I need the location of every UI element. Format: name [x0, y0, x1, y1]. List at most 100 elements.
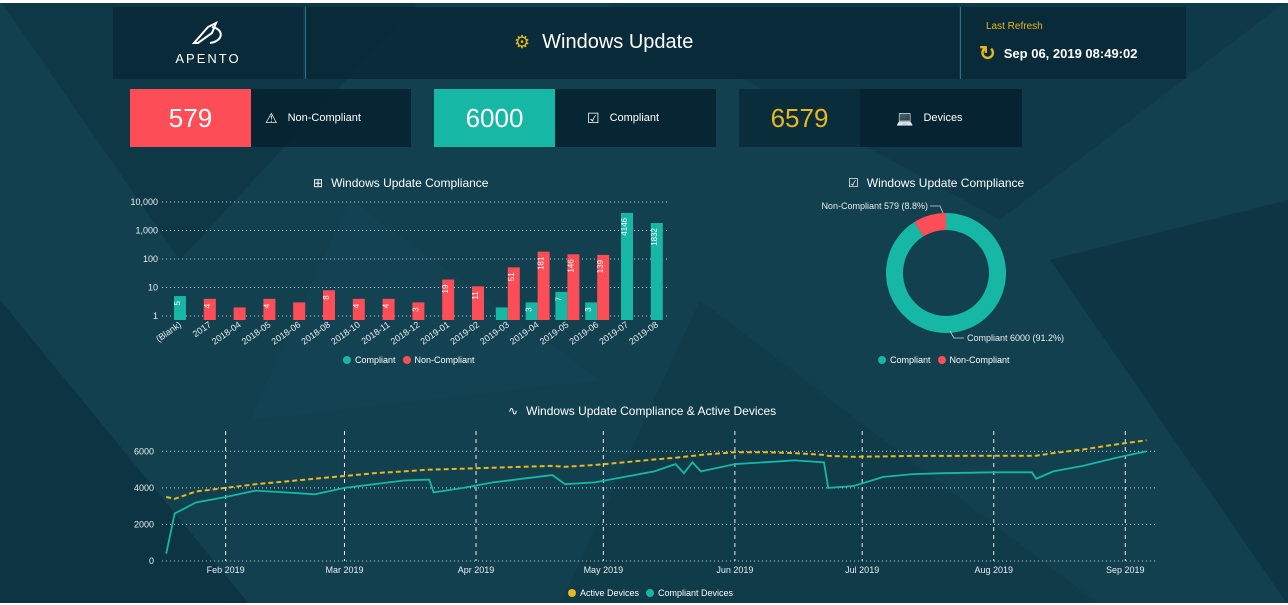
bar-noncompliant [352, 298, 365, 320]
bar-noncompliant [203, 298, 216, 320]
kpi-noncompliant-value: 579 [130, 89, 251, 147]
bar-x-tick: 2019-06 [568, 319, 601, 346]
legend-compliant-label: Compliant [890, 355, 931, 365]
donut-label-noncompliant: Non-Compliant 579 (8.8%) [821, 201, 928, 211]
series-active-devices [165, 439, 1147, 500]
donut-chart-legend: Compliant Non-Compliant [878, 355, 1010, 365]
refresh-icon[interactable]: ↻ [979, 41, 996, 66]
bar-data-label: 51 [507, 272, 516, 281]
line-x-tick: May 2019 [584, 565, 624, 575]
line-chart: 0 2000 4000 6000 Feb 2019 Mar 2019 Apr 2019 May… [134, 431, 1155, 575]
legend-compliant-devices-label: Compliant Devices [658, 588, 734, 598]
legend-noncompliant-label: Non-Compliant [414, 355, 475, 365]
windows-logo-icon: ⊞ [313, 176, 324, 190]
donut-chart: Non-Compliant 579 (8.8%) Compliant 6000 (… [821, 201, 1064, 343]
line-y-tick: 2000 [134, 519, 154, 529]
header-title-box: ⚙ Windows Update [305, 7, 959, 79]
bar-chart: 1101001,00010,000(Blank) 20172018-042018-… [130, 197, 668, 347]
bar-y-tick: 10 [148, 283, 158, 293]
line-x-tick: Mar 2019 [325, 565, 363, 575]
bar-noncompliant [293, 302, 306, 320]
bar-noncompliant [382, 298, 395, 320]
bar-data-label: 3 [584, 307, 593, 312]
header-refresh-box: Last Refresh ↻ Sep 06, 2019 08:49:02 [960, 7, 1186, 79]
bar-noncompliant [233, 307, 246, 320]
line-x-tick: Aug 2019 [974, 565, 1013, 575]
logo-text: APENTO [175, 51, 241, 66]
bar-data-label: 4 [203, 303, 212, 308]
kpi-devices: 6579 💻 Devices [739, 89, 1022, 147]
pulse-icon: ∿ [508, 404, 519, 418]
gears-icon: ⚙ [514, 32, 531, 52]
bar-data-label: 4146 [620, 217, 629, 235]
donut-chart-title-text: Windows Update Compliance [866, 176, 1025, 190]
bar-x-tick: 2019-05 [538, 319, 571, 346]
legend-compliant-label: Compliant [355, 355, 396, 365]
laptop-icon: 💻 [896, 109, 914, 126]
bar-y-tick: 1,000 [135, 226, 158, 236]
line-x-tick: Apr 2019 [458, 565, 495, 575]
bar-compliant [174, 296, 186, 320]
checkbox-icon: ☑ [848, 176, 859, 190]
warning-icon: ⚠ [265, 109, 278, 126]
line-x-tick: Jul 2019 [845, 565, 879, 575]
bar-x-tick: 2019-07 [597, 319, 630, 346]
line-chart-title: ∿ Windows Update Compliance & Active Dev… [508, 404, 776, 418]
bar-x-tick: 2019-03 [478, 319, 511, 346]
legend-active-dot [568, 589, 576, 597]
bar-x-tick: 2018-10 [329, 319, 362, 346]
bar-data-label: 139 [596, 259, 605, 273]
bar-compliant [495, 307, 508, 320]
bar-x-tick: 2019-04 [508, 319, 541, 346]
page-title: Windows Update [542, 31, 694, 53]
bar-data-label: 4 [262, 303, 271, 308]
bar-compliant [555, 291, 568, 320]
kpi-compliant: 6000 ☑ Compliant [434, 89, 716, 147]
legend-compliant-dot [878, 356, 886, 364]
kpi-noncompliant-label: Non-Compliant [287, 112, 361, 124]
bar-data-label: 4 [352, 303, 361, 308]
bar-x-tick: 2018-12 [389, 319, 422, 346]
bar-noncompliant [323, 290, 335, 320]
donut-label-compliant: Compliant 6000 (91.2%) [967, 333, 1064, 343]
bar-x-tick: 2018-05 [240, 319, 273, 346]
line-x-tick: Feb 2019 [207, 565, 245, 575]
line-x-tick: Sep 2019 [1106, 565, 1145, 575]
legend-noncompliant-dot [402, 356, 411, 364]
bar-x-tick: 2019-08 [627, 319, 660, 346]
bar-y-tick: 100 [143, 254, 158, 264]
bar-x-tick: 2018-08 [299, 319, 332, 346]
legend-compliant-devices-dot [646, 589, 655, 597]
legend-noncompliant-label: Non-Compliant [949, 355, 1010, 365]
donut-slice-compliant [886, 213, 1006, 333]
bar-data-label: 3 [411, 307, 420, 312]
series-compliant-devices [165, 450, 1147, 554]
checkbox-icon: ☑ [587, 109, 600, 126]
line-chart-legend: Active Devices Compliant Devices [568, 588, 733, 598]
refresh-label: Last Refresh [986, 21, 1043, 32]
line-y-tick: 0 [149, 556, 154, 566]
kpi-noncompliant: 579 ⚠ Non-Compliant [130, 89, 411, 147]
kpi-compliant-value: 6000 [434, 89, 555, 147]
apento-logo-icon [191, 21, 222, 44]
legend-compliant-dot [343, 356, 351, 364]
line-chart-title-text: Windows Update Compliance & Active Devic… [526, 404, 777, 418]
bar-x-tick: 2018-11 [359, 319, 391, 346]
kpi-devices-label: Devices [923, 112, 963, 124]
refresh-time: Sep 06, 2019 08:49:02 [1003, 46, 1138, 61]
bar-data-label: 7 [554, 296, 563, 301]
bar-data-label: 1832 [650, 227, 659, 245]
legend-active-label: Active Devices [580, 588, 640, 598]
bar-x-tick: 2018-04 [210, 319, 243, 346]
bar-data-label: 8 [322, 295, 331, 300]
donut-chart-title: ☑ Windows Update Compliance [848, 176, 1024, 190]
line-x-tick: Jun 2019 [716, 565, 753, 575]
bar-data-label: 3 [525, 307, 534, 312]
bar-x-tick: 2019-01 [419, 319, 452, 346]
bar-chart-legend: Compliant Non-Compliant [343, 355, 475, 365]
bar-data-label: 146 [566, 259, 575, 273]
bar-chart-title: ⊞ Windows Update Compliance [313, 176, 488, 190]
bar-chart-title-text: Windows Update Compliance [331, 176, 489, 190]
bar-x-tick: 2019-02 [448, 319, 481, 346]
line-y-tick: 4000 [134, 483, 154, 493]
